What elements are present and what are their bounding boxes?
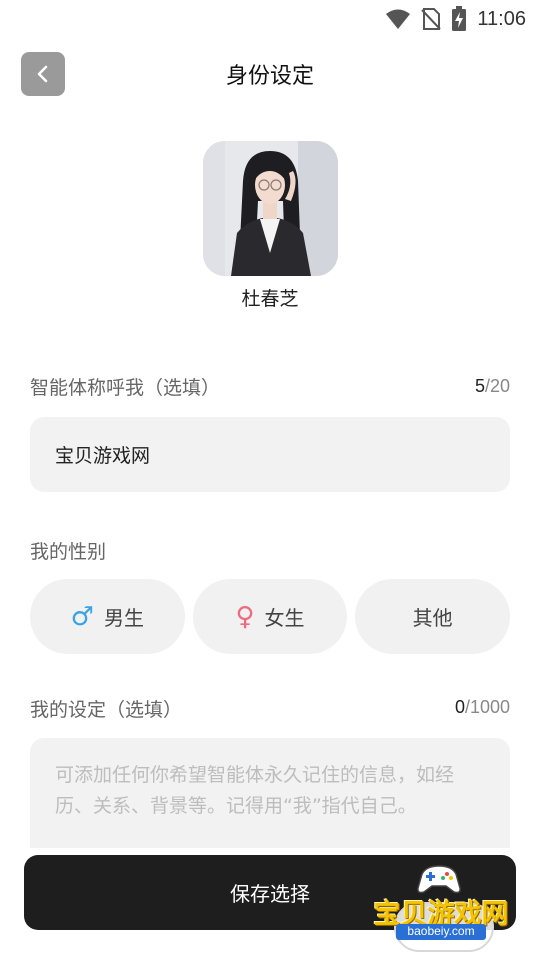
nickname-label: 智能体称呼我（选填） xyxy=(30,377,221,399)
header: 身份设定 xyxy=(0,50,540,96)
nickname-counter: 5/20 xyxy=(475,376,510,397)
wifi-icon xyxy=(386,9,411,29)
gender-options: ♂ 男生 ♀ 女生 其他 xyxy=(30,579,511,654)
gender-option-female[interactable]: ♀ 女生 xyxy=(192,579,348,654)
status-time: 11:06 xyxy=(477,7,526,30)
gender-option-male[interactable]: ♂ 男生 xyxy=(30,579,185,654)
save-button-label: 保存选择 xyxy=(230,882,310,906)
status-bar: 11:06 xyxy=(0,0,540,36)
gender-option-other-label: 其他 xyxy=(412,606,453,630)
gender-option-female-label: 女生 xyxy=(264,606,305,630)
setting-placeholder: 可添加任何你希望智能体永久记住的信息，如经历、关系、背景等。记得用“我”指代自己… xyxy=(55,764,455,817)
no-sim-icon xyxy=(421,8,442,30)
nickname-count-current: 5 xyxy=(474,376,485,396)
nickname-value: 宝贝游戏网 xyxy=(55,445,151,467)
battery-charging-icon xyxy=(452,6,467,31)
watermark-logo: 宝贝游戏网 baobeiy.com xyxy=(366,862,516,954)
status-icons: 11:06 xyxy=(385,6,526,32)
agent-name: 杜春芝 xyxy=(241,288,299,310)
gender-option-other[interactable]: 其他 xyxy=(355,579,511,654)
setting-counter: 0/1000 xyxy=(455,697,510,718)
nickname-count-max: /20 xyxy=(484,376,510,396)
avatar-portrait xyxy=(203,141,338,276)
setting-label: 我的设定（选填） xyxy=(30,699,183,721)
setting-textarea[interactable]: 可添加任何你希望智能体永久记住的信息，如经历、关系、背景等。记得用“我”指代自己… xyxy=(30,738,510,848)
agent-avatar[interactable] xyxy=(203,141,338,276)
setting-count-max: /1000 xyxy=(464,697,510,717)
watermark-url: baobeiy.com xyxy=(396,924,486,940)
female-icon: ♀ xyxy=(235,601,255,632)
page-title: 身份设定 xyxy=(225,64,314,89)
gender-option-male-label: 男生 xyxy=(103,606,144,630)
gender-label: 我的性别 xyxy=(30,541,107,563)
nickname-input[interactable]: 宝贝游戏网 xyxy=(30,417,510,492)
male-icon: ♂ xyxy=(70,601,94,632)
setting-count-current: 0 xyxy=(454,697,465,717)
